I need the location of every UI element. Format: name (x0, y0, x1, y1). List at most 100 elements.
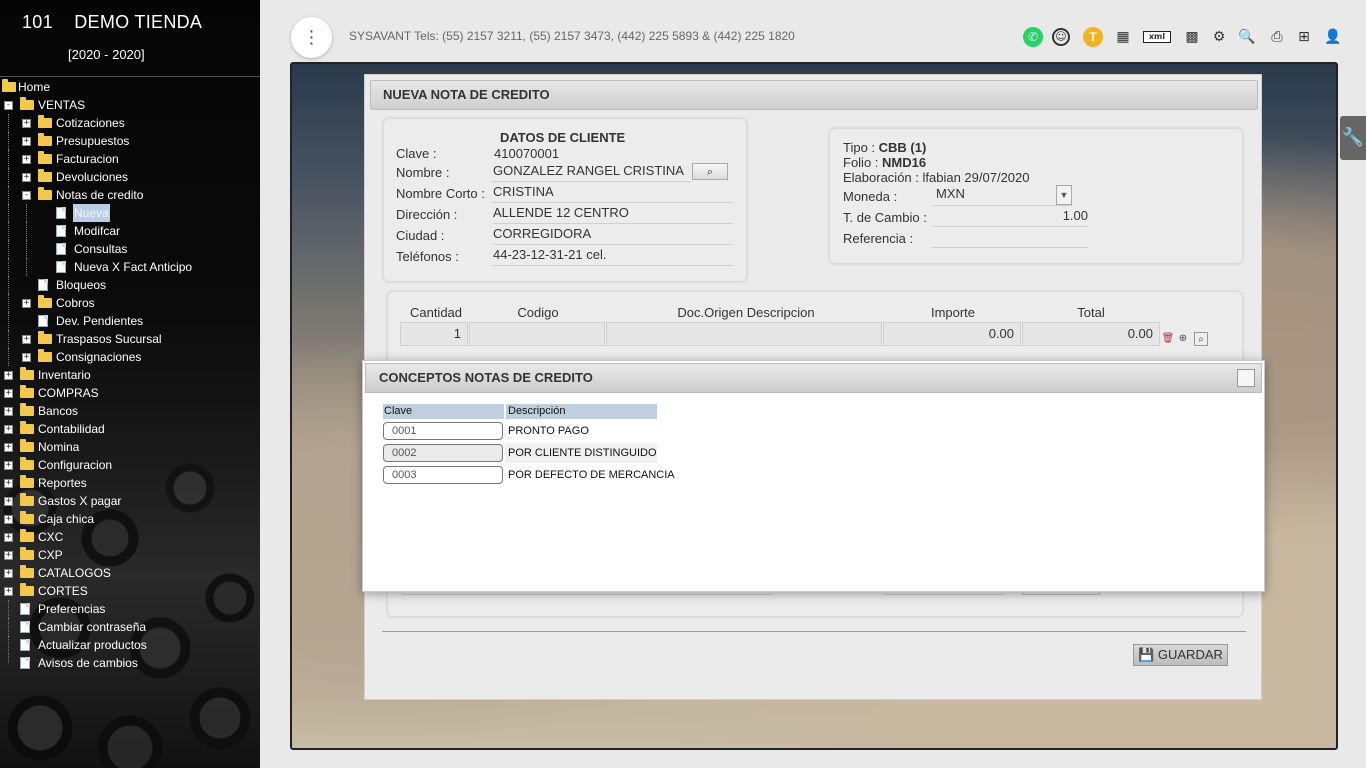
contact-info: SYSAVANT Tels: (55) 2157 3211, (55) 2157… (349, 29, 795, 43)
collapse-icon[interactable]: - (22, 191, 31, 200)
client-search-button[interactable]: ⌕ (692, 163, 728, 180)
t-badge-icon[interactable]: T (1083, 27, 1103, 47)
assistant-icon[interactable]: ☺ (1052, 28, 1070, 46)
new-window-icon[interactable]: ⊞ (1293, 26, 1315, 48)
nav-cxc[interactable]: + CXC (0, 528, 260, 546)
nav-actualizar-productos[interactable]: Actualizar productos (0, 636, 260, 654)
settings-icon[interactable]: ⚙ (1208, 26, 1230, 48)
direccion-field[interactable]: ALLENDE 12 CENTRO (493, 205, 733, 224)
codigo-input[interactable] (469, 322, 605, 346)
nav-bancos[interactable]: + Bancos (0, 402, 260, 420)
qr-icon[interactable]: ▩ (1181, 26, 1203, 48)
moneda-select[interactable]: MXN ▼ (932, 185, 1072, 206)
expand-icon[interactable]: + (4, 551, 13, 560)
expand-icon[interactable]: + (4, 587, 13, 596)
nav-notas-de-credito[interactable]: - Notas de credito (0, 186, 260, 204)
expand-icon[interactable]: + (22, 155, 31, 164)
folder-icon (38, 115, 52, 128)
whatsapp-icon[interactable]: ✆ (1023, 27, 1043, 47)
zoom-icon[interactable]: ⊕ (1176, 332, 1190, 346)
expand-icon[interactable]: + (22, 299, 31, 308)
nav-cambiar-contrasena[interactable]: Cambiar contraseña (0, 618, 260, 636)
total-input[interactable]: 0.00 (1022, 322, 1160, 346)
expand-icon[interactable]: + (4, 515, 13, 524)
concept-clave-button[interactable]: 0002 (383, 444, 503, 462)
expand-icon[interactable]: + (22, 119, 31, 128)
expand-icon[interactable]: + (22, 173, 31, 182)
concepts-col-clave: Clave (383, 404, 504, 419)
expand-icon[interactable]: + (4, 497, 13, 506)
nav-preferencias[interactable]: Preferencias (0, 600, 260, 618)
nav-compras[interactable]: + COMPRAS (0, 384, 260, 402)
nav-cobros[interactable]: + Cobros (0, 294, 260, 312)
nav-dev-pendientes[interactable]: Dev. Pendientes (0, 312, 260, 330)
client-card: DATOS DE CLIENTE Clave : 410070001 Nombr… (383, 118, 747, 282)
nav-facturacion[interactable]: + Facturacion (0, 150, 260, 168)
nav-traspasos-sucursal[interactable]: + Traspasos Sucursal (0, 330, 260, 348)
ciudad-field[interactable]: CORREGIDORA (493, 226, 733, 245)
xml-icon[interactable]: xml (1143, 31, 1171, 43)
descripcion-input[interactable] (606, 322, 882, 346)
nav-catalogos[interactable]: + CATALOGOS (0, 564, 260, 582)
nav-inventario[interactable]: + Inventario (0, 366, 260, 384)
expand-icon[interactable]: + (4, 533, 13, 542)
nav-cotizaciones[interactable]: + Cotizaciones (0, 114, 260, 132)
expand-icon[interactable]: + (4, 425, 13, 434)
importe-input[interactable]: 0.00 (883, 322, 1021, 346)
collapse-icon[interactable]: - (4, 101, 13, 110)
user-icon[interactable]: 👤 (1322, 26, 1344, 48)
expand-icon[interactable]: + (4, 461, 13, 470)
telefonos-field[interactable]: 44-23-12-31-21 cel. (493, 247, 733, 266)
referencia-label: Referencia : (843, 231, 914, 246)
folder-icon (20, 475, 34, 488)
search-doc-icon[interactable]: 🔍 (1236, 26, 1258, 48)
concept-clave-button[interactable]: 0003 (383, 466, 503, 484)
col-descripcion: Doc.Origen Descripcion (677, 305, 815, 320)
nav-caja-chica[interactable]: + Caja chica (0, 510, 260, 528)
nav-gastos-x-pagar[interactable]: + Gastos X pagar (0, 492, 260, 510)
nav-devoluciones[interactable]: + Devoluciones (0, 168, 260, 186)
concept-clave-button[interactable]: 0001 (383, 422, 503, 440)
nav-nomina[interactable]: + Nomina (0, 438, 260, 456)
nav-nueva[interactable]: Nueva (0, 204, 260, 222)
nav-bloqueos[interactable]: Bloqueos (0, 276, 260, 294)
nav-reportes[interactable]: + Reportes (0, 474, 260, 492)
delete-icon[interactable]: 🗑 (1161, 332, 1175, 346)
expand-icon[interactable]: + (22, 137, 31, 146)
search-icon[interactable]: ⌕ (1194, 332, 1208, 346)
expand-icon[interactable]: + (4, 389, 13, 398)
nav-presupuestos[interactable]: + Presupuestos (0, 132, 260, 150)
dashboard-icon[interactable]: ▦ (1112, 26, 1134, 48)
nombre-corto-field[interactable]: CRISTINA (493, 184, 733, 203)
chevron-down-icon[interactable]: ▼ (1056, 185, 1072, 205)
print-icon[interactable]: ⎙ (1266, 26, 1288, 48)
expand-icon[interactable]: + (4, 407, 13, 416)
nav-cxp[interactable]: + CXP (0, 546, 260, 564)
menu-button[interactable]: ⋮ (291, 17, 332, 58)
nav-modificar[interactable]: Modifcar (0, 222, 260, 240)
nav-contabilidad[interactable]: + Contabilidad (0, 420, 260, 438)
nav-consignaciones[interactable]: + Consignaciones (0, 348, 260, 366)
nav-configuracion[interactable]: + Configuracion (0, 456, 260, 474)
folder-icon (20, 547, 34, 560)
cantidad-input[interactable]: 1 (400, 322, 468, 346)
wrench-icon[interactable]: 🔧 (1340, 116, 1366, 160)
tipo-cambio-field[interactable]: 1.00 (932, 208, 1088, 227)
expand-icon[interactable]: + (22, 353, 31, 362)
nav-nueva-x-fact-anticipo[interactable]: Nueva X Fact Anticipo (0, 258, 260, 276)
save-button[interactable]: 💾 GUARDAR (1133, 644, 1228, 666)
nav-consultas[interactable]: Consultas (0, 240, 260, 258)
moneda-label: Moneda : (843, 189, 898, 204)
nav-avisos-de-cambios[interactable]: Avisos de cambios (0, 654, 260, 672)
nav-cortes[interactable]: + CORTES (0, 582, 260, 600)
referencia-field[interactable] (932, 229, 1088, 248)
nav-home[interactable]: Home (0, 78, 260, 96)
modal-close-button[interactable] (1237, 369, 1255, 387)
expand-icon[interactable]: + (4, 479, 13, 488)
expand-icon[interactable]: + (4, 371, 13, 380)
expand-icon[interactable]: + (4, 569, 13, 578)
nombre-field[interactable]: GONZALEZ RANGEL CRISTINA (493, 163, 691, 182)
expand-icon[interactable]: + (22, 335, 31, 344)
expand-icon[interactable]: + (4, 443, 13, 452)
nav-ventas[interactable]: - VENTAS (0, 96, 260, 114)
